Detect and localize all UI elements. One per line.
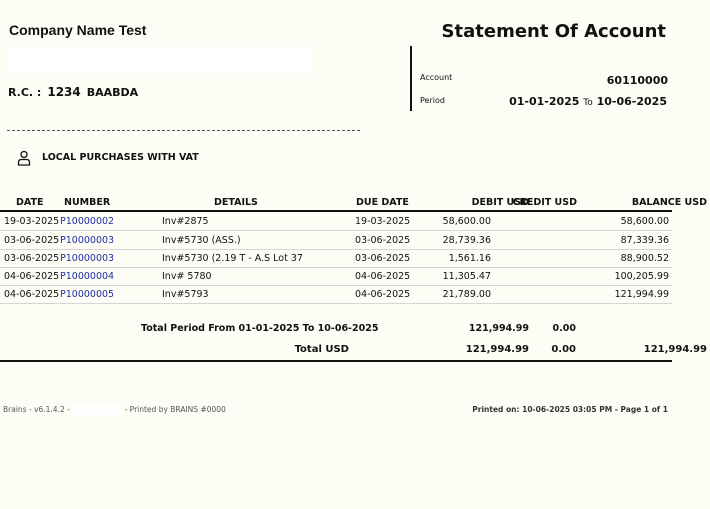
cell-due-date: 04-06-2025 bbox=[355, 289, 411, 300]
cell-debit: 1,561.16 bbox=[448, 253, 491, 264]
period-to-word: To bbox=[583, 98, 593, 108]
cell-details: Inv# 5780 bbox=[162, 271, 212, 282]
cell-due-date: 03-06-2025 bbox=[355, 253, 411, 264]
cell-due-date: 04-06-2025 bbox=[355, 271, 411, 282]
cell-due-date: 19-03-2025 bbox=[355, 216, 411, 227]
footer-printed-on: Printed on: 10-06-2025 03:05 PM - Page 1… bbox=[472, 405, 668, 414]
cell-debit: 58,600.00 bbox=[442, 216, 491, 227]
cell-date: 03-06-2025 bbox=[4, 253, 60, 264]
total-usd-balance: 121,994.99 bbox=[643, 344, 707, 355]
total-period-debit: 121,994.99 bbox=[468, 323, 529, 334]
rc-city: BAABDA bbox=[86, 86, 139, 99]
col-header-date: DATE bbox=[16, 197, 44, 208]
cell-number-link[interactable]: P10000004 bbox=[60, 271, 114, 282]
col-header-credit: CREDIT USD bbox=[512, 197, 577, 208]
account-value: 60110000 bbox=[606, 74, 668, 87]
total-usd-label: Total USD bbox=[294, 344, 349, 355]
dotted-divider bbox=[7, 130, 360, 131]
cell-date: 19-03-2025 bbox=[4, 216, 60, 227]
company-name: Company Name Test bbox=[9, 22, 147, 38]
col-header-number: NUMBER bbox=[64, 197, 111, 208]
person-icon bbox=[17, 150, 31, 166]
rc-line: R.C. : 1234 BAABDA bbox=[8, 85, 138, 99]
section-title: LOCAL PURCHASES WITH VAT bbox=[42, 152, 199, 163]
table-row: 03-06-2025 P10000003 Inv#5730 (ASS.) 03-… bbox=[0, 231, 672, 250]
cell-date: 04-06-2025 bbox=[4, 289, 60, 300]
table-row: 03-06-2025 P10000003 Inv#5730 (2.19 T - … bbox=[0, 249, 672, 268]
redacted-field bbox=[8, 47, 312, 73]
cell-details: Inv#2875 bbox=[162, 216, 209, 227]
total-period-label: Total Period From 01-01-2025 To 10-06-20… bbox=[141, 323, 379, 334]
account-label: Account bbox=[420, 73, 453, 82]
total-period-credit: 0.00 bbox=[552, 323, 576, 334]
col-header-balance: BALANCE USD bbox=[631, 197, 707, 208]
total-usd-credit: 0.00 bbox=[551, 344, 576, 355]
cell-debit: 21,789.00 bbox=[442, 289, 491, 300]
period-label: Period bbox=[420, 96, 445, 105]
period-to: 10-06-2025 bbox=[596, 95, 667, 108]
cell-due-date: 03-06-2025 bbox=[355, 235, 411, 246]
cell-date: 03-06-2025 bbox=[4, 235, 60, 246]
cell-balance: 121,994.99 bbox=[614, 289, 669, 300]
cell-number-link[interactable]: P10000003 bbox=[60, 253, 114, 264]
table-row: 04-06-2025 P10000004 Inv# 5780 04-06-202… bbox=[0, 267, 672, 286]
totals-rule bbox=[0, 360, 672, 362]
period-from: 01-01-2025 bbox=[509, 95, 580, 108]
rc-number: 1234 bbox=[47, 85, 81, 99]
header-divider bbox=[410, 46, 412, 111]
table-row: 04-06-2025 P10000005 Inv#5793 04-06-2025… bbox=[0, 285, 672, 304]
cell-number-link[interactable]: P10000003 bbox=[60, 235, 114, 246]
cell-debit: 28,739.36 bbox=[442, 235, 491, 246]
cell-balance: 87,339.36 bbox=[620, 235, 669, 246]
footer-version: Brains - v6.1.4.2 - bbox=[3, 405, 70, 414]
footer-printed-by: - Printed by BRAINS #0000 bbox=[124, 405, 226, 414]
total-usd-debit: 121,994.99 bbox=[465, 344, 529, 355]
cell-balance: 88,900.52 bbox=[620, 253, 669, 264]
cell-details: Inv#5730 (2.19 T - A.S Lot 37 bbox=[162, 253, 303, 264]
period-value: 01-01-2025 To 10-06-2025 bbox=[509, 95, 667, 108]
rc-label: R.C. : bbox=[8, 86, 42, 99]
cell-balance: 58,600.00 bbox=[620, 216, 669, 227]
cell-balance: 100,205.99 bbox=[614, 271, 669, 282]
document-title: Statement Of Account bbox=[441, 21, 666, 42]
cell-details: Inv#5730 (ASS.) bbox=[162, 235, 241, 246]
cell-number-link[interactable]: P10000005 bbox=[60, 289, 114, 300]
footer-left: Brains - v6.1.4.2 - - Printed by BRAINS … bbox=[3, 405, 226, 415]
col-header-due-date: DUE DATE bbox=[356, 197, 409, 208]
cell-details: Inv#5793 bbox=[162, 289, 209, 300]
cell-debit: 11,305.47 bbox=[442, 271, 491, 282]
redacted-field bbox=[72, 405, 123, 415]
table-row: 19-03-2025 P10000002 Inv#2875 19-03-2025… bbox=[0, 212, 672, 231]
cell-number-link[interactable]: P10000002 bbox=[60, 216, 114, 227]
col-header-details: DETAILS bbox=[214, 197, 258, 208]
cell-date: 04-06-2025 bbox=[4, 271, 60, 282]
